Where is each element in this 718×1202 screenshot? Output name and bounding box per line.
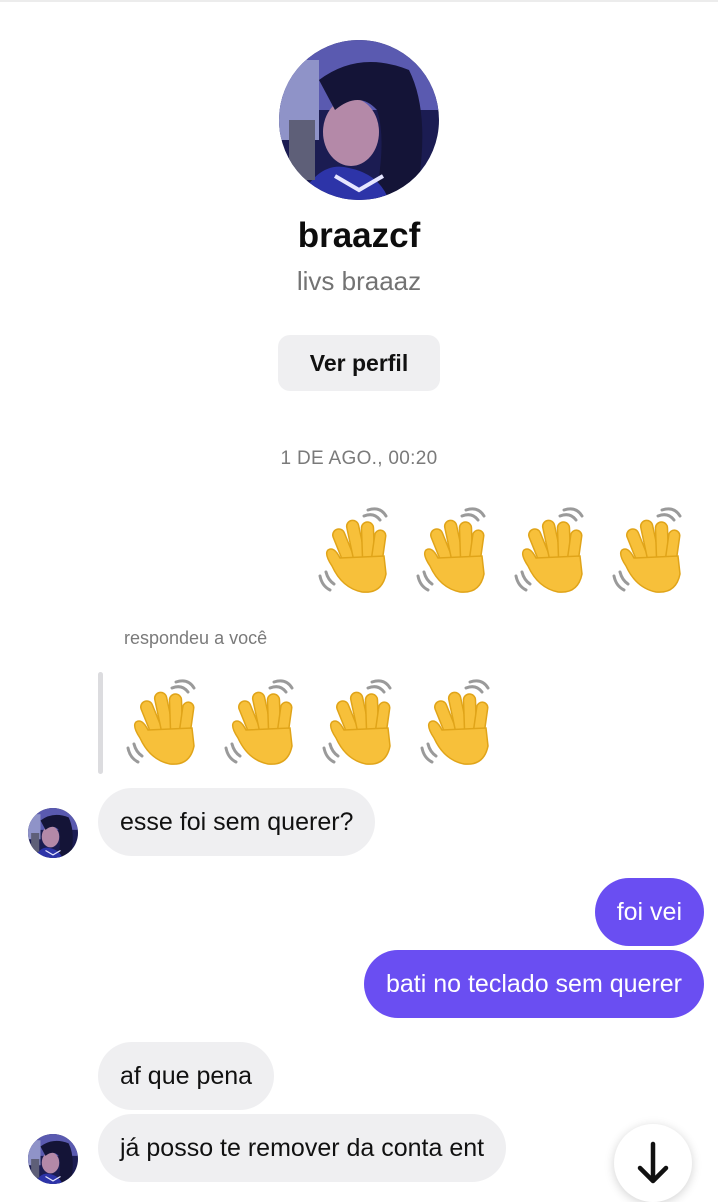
waving-hand-icon bbox=[124, 678, 210, 774]
sender-avatar[interactable] bbox=[28, 1134, 78, 1184]
profile-display-name: livs braaaz bbox=[296, 266, 422, 296]
waving-hand-icon bbox=[414, 506, 500, 602]
sent-emoji-message[interactable] bbox=[316, 506, 696, 602]
profile-avatar[interactable] bbox=[279, 40, 439, 200]
view-profile-button[interactable]: Ver perfil bbox=[278, 335, 440, 391]
waving-hand-icon bbox=[512, 506, 598, 602]
reply-quote-bar bbox=[98, 672, 103, 774]
waving-hand-icon bbox=[222, 678, 308, 774]
message-timestamp: 1 DE AGO., 00:20 bbox=[280, 448, 438, 469]
sent-message-bubble[interactable]: bati no teclado sem querer bbox=[363, 950, 704, 1018]
scroll-to-bottom-button[interactable] bbox=[614, 1124, 692, 1202]
reply-context-label: respondeu a você bbox=[124, 628, 268, 648]
sent-message-bubble[interactable]: foi vei bbox=[594, 878, 704, 946]
received-message-bubble[interactable]: af que pena bbox=[98, 1042, 275, 1110]
waving-hand-icon bbox=[316, 506, 402, 602]
profile-username: braazcf bbox=[297, 216, 421, 255]
top-divider bbox=[0, 0, 718, 2]
quoted-emoji-message[interactable] bbox=[124, 678, 504, 774]
arrow-down-icon bbox=[637, 1141, 669, 1184]
waving-hand-icon bbox=[418, 678, 504, 774]
received-message-bubble[interactable]: esse foi sem querer? bbox=[98, 788, 376, 856]
received-message-bubble[interactable]: já posso te remover da conta ent bbox=[98, 1114, 507, 1182]
waving-hand-icon bbox=[610, 506, 696, 602]
sender-avatar[interactable] bbox=[28, 808, 78, 858]
waving-hand-icon bbox=[320, 678, 406, 774]
